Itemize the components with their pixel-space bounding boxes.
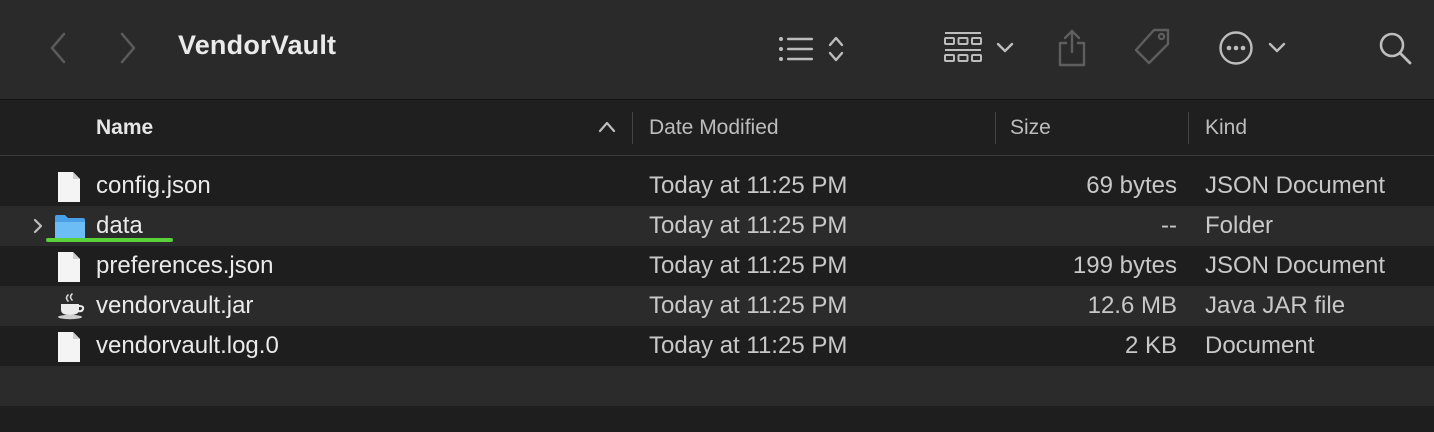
file-size: 12.6 MB bbox=[1087, 292, 1177, 319]
file-date: Today at 11:25 PM bbox=[649, 172, 848, 199]
share-button[interactable] bbox=[1054, 26, 1090, 68]
sort-ascending-icon bbox=[598, 121, 616, 133]
back-icon bbox=[50, 32, 66, 64]
column-divider[interactable] bbox=[1188, 112, 1189, 144]
toolbar: VendorVault bbox=[0, 0, 1434, 100]
file-row-preferences-json[interactable]: preferences.json Today at 11:25 PM 199 b… bbox=[0, 246, 1434, 286]
column-divider[interactable] bbox=[995, 112, 996, 144]
file-date: Today at 11:25 PM bbox=[649, 292, 848, 319]
highlight-underline bbox=[46, 238, 173, 242]
tag-button[interactable] bbox=[1130, 26, 1174, 68]
column-header-size[interactable]: Size bbox=[1010, 100, 1051, 155]
file-name: vendorvault.jar bbox=[96, 292, 254, 319]
group-grid-icon bbox=[944, 32, 982, 62]
search-icon bbox=[1379, 32, 1412, 65]
empty-row-stripe bbox=[0, 366, 1434, 406]
share-icon bbox=[1058, 29, 1086, 67]
group-button[interactable] bbox=[942, 30, 1016, 66]
tag-icon bbox=[1134, 28, 1170, 65]
file-kind: JSON Document bbox=[1205, 252, 1386, 279]
column-header-kind[interactable]: Kind bbox=[1205, 100, 1247, 155]
file-name: preferences.json bbox=[96, 252, 274, 279]
window-title: VendorVault bbox=[178, 30, 337, 60]
more-actions-button[interactable] bbox=[1216, 28, 1288, 68]
file-kind: JSON Document bbox=[1205, 172, 1386, 199]
file-row-vendorvault-log[interactable]: vendorvault.log.0 Today at 11:25 PM 2 KB… bbox=[0, 326, 1434, 366]
column-header-name[interactable]: Name bbox=[96, 100, 153, 155]
back-button[interactable] bbox=[44, 30, 72, 66]
document-icon bbox=[58, 172, 80, 202]
file-name: vendorvault.log.0 bbox=[96, 332, 279, 359]
document-icon bbox=[58, 252, 80, 282]
file-row-data[interactable]: data Today at 11:25 PM -- Folder bbox=[0, 206, 1434, 246]
file-name: config.json bbox=[96, 172, 211, 199]
file-kind: Folder bbox=[1205, 212, 1274, 239]
disclosure-triangle-icon[interactable] bbox=[32, 217, 44, 235]
view-mode-button[interactable] bbox=[776, 32, 848, 66]
chevron-down-icon bbox=[1268, 42, 1286, 53]
more-icon bbox=[1219, 31, 1253, 65]
java-cup-icon bbox=[58, 293, 85, 320]
file-row-vendorvault-jar[interactable]: vendorvault.jar Today at 11:25 PM 12.6 M… bbox=[0, 286, 1434, 326]
file-size: 199 bytes bbox=[1072, 252, 1177, 279]
list-view-icon bbox=[779, 37, 813, 61]
search-button[interactable] bbox=[1376, 29, 1414, 67]
file-date: Today at 11:25 PM bbox=[649, 332, 848, 359]
forward-button[interactable] bbox=[114, 30, 142, 66]
file-kind: Document bbox=[1205, 332, 1315, 359]
sort-arrows-icon bbox=[828, 36, 844, 62]
file-kind: Java JAR file bbox=[1205, 292, 1346, 319]
file-date: Today at 11:25 PM bbox=[649, 212, 848, 239]
column-header-date-modified[interactable]: Date Modified bbox=[649, 100, 779, 155]
folder-icon bbox=[55, 215, 85, 240]
file-size: -- bbox=[1161, 212, 1177, 239]
file-list: config.json Today at 11:25 PM 69 bytes J… bbox=[0, 166, 1434, 366]
document-icon bbox=[58, 332, 80, 362]
column-divider[interactable] bbox=[632, 112, 633, 144]
file-size: 2 KB bbox=[1124, 332, 1177, 359]
column-header-bar: Name Date Modified Size Kind bbox=[0, 100, 1434, 156]
file-date: Today at 11:25 PM bbox=[649, 252, 848, 279]
chevron-down-icon bbox=[996, 42, 1014, 53]
forward-icon bbox=[120, 32, 136, 64]
file-size: 69 bytes bbox=[1086, 172, 1177, 199]
file-row-config-json[interactable]: config.json Today at 11:25 PM 69 bytes J… bbox=[0, 166, 1434, 206]
